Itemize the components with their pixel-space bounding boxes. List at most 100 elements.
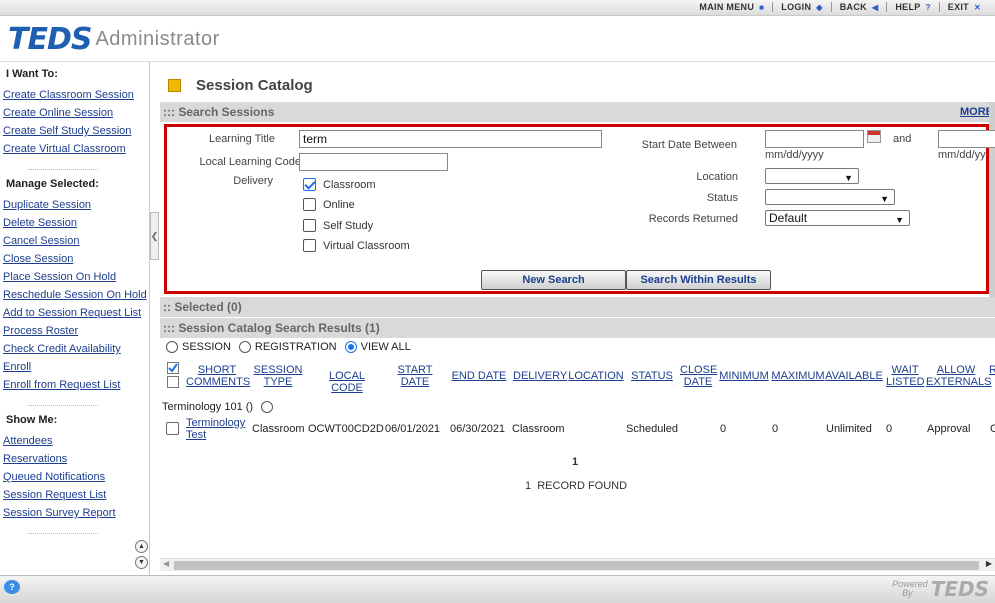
scroll-left-icon[interactable]: ◀ <box>163 559 169 568</box>
view-mode-radio-group: SESSION REGISTRATION VIEW ALL <box>166 341 419 353</box>
col-available[interactable]: AVAILABLE <box>825 370 883 382</box>
delivery-classroom-checkbox[interactable]: Classroom <box>303 178 376 191</box>
col-allow-externals[interactable]: ALLOW EXTERNALS <box>926 364 991 388</box>
start-date-to-input[interactable] <box>938 130 995 148</box>
learning-title-input[interactable]: term <box>299 130 602 148</box>
radio-session[interactable]: SESSION <box>166 341 231 353</box>
status-select[interactable]: ▼ <box>765 189 895 205</box>
cell-wait-listed: 0 <box>886 423 893 435</box>
col-short-comments[interactable]: SHORT COMMENTS <box>186 364 250 388</box>
records-returned-select[interactable]: Default ▼ <box>765 210 910 226</box>
sidebar-link-queued-notifications[interactable]: Queued Notifications <box>3 468 149 486</box>
col-end-date[interactable]: END DATE <box>451 370 507 382</box>
radio-registration[interactable]: REGISTRATION <box>238 341 337 353</box>
sidebar-link-duplicate-session[interactable]: Duplicate Session <box>3 196 149 214</box>
checkbox[interactable] <box>303 239 316 252</box>
search-form: Learning Title term Local Learning Code … <box>164 124 995 294</box>
help-chat-icon[interactable]: ? <box>4 580 20 594</box>
main-menu-link[interactable]: MAIN MENU ■ <box>691 2 772 12</box>
cell-start-date: 06/01/2021 <box>385 423 441 435</box>
col-location[interactable]: LOCATION <box>568 370 624 382</box>
sidebar-link-session-request-list[interactable]: Session Request List <box>3 486 149 504</box>
col-start-date[interactable]: START DATE <box>396 364 434 388</box>
exit-label: EXIT <box>947 2 969 12</box>
login-link[interactable]: LOGIN ◆ <box>772 2 830 12</box>
cell-end-date: 06/30/2021 <box>450 423 506 435</box>
col-status[interactable]: STATUS <box>631 370 673 382</box>
scroll-down-icon[interactable]: ▼ <box>135 556 148 569</box>
radio[interactable] <box>238 341 251 353</box>
checkbox[interactable] <box>303 198 316 211</box>
calendar-icon[interactable] <box>867 130 881 143</box>
sidebar-link-reservations[interactable]: Reservations <box>3 450 149 468</box>
sidebar-link-reschedule-session-on-hold[interactable]: Reschedule Session On Hold <box>3 286 149 304</box>
scroll-up-icon[interactable]: ▲ <box>135 540 148 553</box>
back-label: BACK <box>839 2 867 12</box>
checkbox[interactable] <box>303 219 316 232</box>
col-maximum[interactable]: MAXIMUM <box>771 370 825 382</box>
login-label: LOGIN <box>781 2 812 12</box>
sidebar-link-create-virtual-classroom[interactable]: Create Virtual Classroom <box>3 140 149 158</box>
cell-delivery: Classroom <box>512 423 565 435</box>
sidebar-link-close-session[interactable]: Close Session <box>3 250 149 268</box>
delivery-self-study-checkbox[interactable]: Self Study <box>303 219 373 232</box>
main-menu-label: MAIN MENU <box>699 2 755 12</box>
col-session-type[interactable]: SESSION TYPE <box>253 364 303 388</box>
sidebar-link-check-credit-availability[interactable]: Check Credit Availability <box>3 340 149 358</box>
local-code-input[interactable] <box>299 153 448 171</box>
show-me-links: Attendees Reservations Queued Notification… <box>3 432 149 522</box>
sidebar-link-add-to-session-request-list[interactable]: Add to Session Request List <box>3 304 149 322</box>
sidebar-divider <box>28 524 98 534</box>
sidebar-link-create-self-study-session[interactable]: Create Self Study Session <box>3 122 149 140</box>
scroll-thumb[interactable] <box>174 561 979 570</box>
logo-text: TEDS <box>8 21 92 57</box>
scroll-right-icon[interactable]: ▶ <box>986 559 992 568</box>
delivery-virtual-classroom-checkbox[interactable]: Virtual Classroom <box>303 239 410 252</box>
sidebar-link-enroll-from-request-list[interactable]: Enroll from Request List <box>3 376 149 394</box>
sidebar-link-session-survey-report[interactable]: Session Survey Report <box>3 504 149 522</box>
col-minimum[interactable]: MINIMUM <box>718 370 770 382</box>
delivery-online-checkbox[interactable]: Online <box>303 198 355 211</box>
search-within-results-button[interactable]: Search Within Results <box>626 270 771 290</box>
page-number[interactable]: 1 <box>572 456 578 468</box>
page-title-text: Session Catalog <box>196 77 313 94</box>
help-link[interactable]: HELP? <box>886 2 938 12</box>
horizontal-scrollbar[interactable]: ◀ ▶ <box>160 558 995 571</box>
select-all-checkmark-icon[interactable] <box>167 362 179 377</box>
select-all-checkbox[interactable] <box>167 376 179 388</box>
radio[interactable] <box>344 341 357 353</box>
session-title-link[interactable]: Terminology Test <box>186 417 245 441</box>
col-wait-listed[interactable]: WAIT LISTED <box>886 364 925 388</box>
sidebar-link-create-classroom-session[interactable]: Create Classroom Session <box>3 86 149 104</box>
radio[interactable] <box>166 341 178 353</box>
back-link[interactable]: BACK ◀ <box>830 2 887 12</box>
and-label: and <box>893 133 912 145</box>
radio-view-all[interactable]: VIEW ALL <box>344 341 411 353</box>
row-checkbox[interactable] <box>166 422 179 435</box>
sidebar-link-place-session-on-hold[interactable]: Place Session On Hold <box>3 268 149 286</box>
cell-allow-externals: Approval <box>927 423 971 435</box>
sidebar-collapse-handle[interactable]: ❮ <box>150 212 159 260</box>
new-search-button[interactable]: New Search <box>481 270 626 290</box>
sidebar-link-cancel-session[interactable]: Cancel Session <box>3 232 149 250</box>
checkbox[interactable] <box>303 178 316 191</box>
date-format-hint-2: mm/dd/yy <box>938 149 986 161</box>
sidebar-link-delete-session[interactable]: Delete Session <box>3 214 149 232</box>
start-date-from-input[interactable] <box>765 130 864 148</box>
col-r[interactable]: R <box>989 364 995 376</box>
sidebar-heading-want-to: I Want To: <box>6 68 58 80</box>
sidebar-link-enroll[interactable]: Enroll <box>3 358 149 376</box>
sidebar-link-create-online-session[interactable]: Create Online Session <box>3 104 149 122</box>
sidebar-link-attendees[interactable]: Attendees <box>3 432 149 450</box>
col-local-code[interactable]: LOCAL CODE <box>312 370 382 394</box>
group-radio[interactable] <box>261 401 274 413</box>
exit-link[interactable]: EXIT ✕ <box>938 2 989 12</box>
col-close-date[interactable]: CLOSE DATE <box>680 364 717 388</box>
checkbox-label: Self Study <box>323 219 374 232</box>
chevron-down-icon: ▼ <box>880 194 889 204</box>
sidebar-divider <box>28 160 98 170</box>
sidebar-link-process-roster[interactable]: Process Roster <box>3 322 149 340</box>
col-delivery[interactable]: DELIVERY <box>513 370 567 382</box>
chevron-down-icon: ▼ <box>844 173 853 183</box>
location-select[interactable]: ▼ <box>765 168 859 184</box>
